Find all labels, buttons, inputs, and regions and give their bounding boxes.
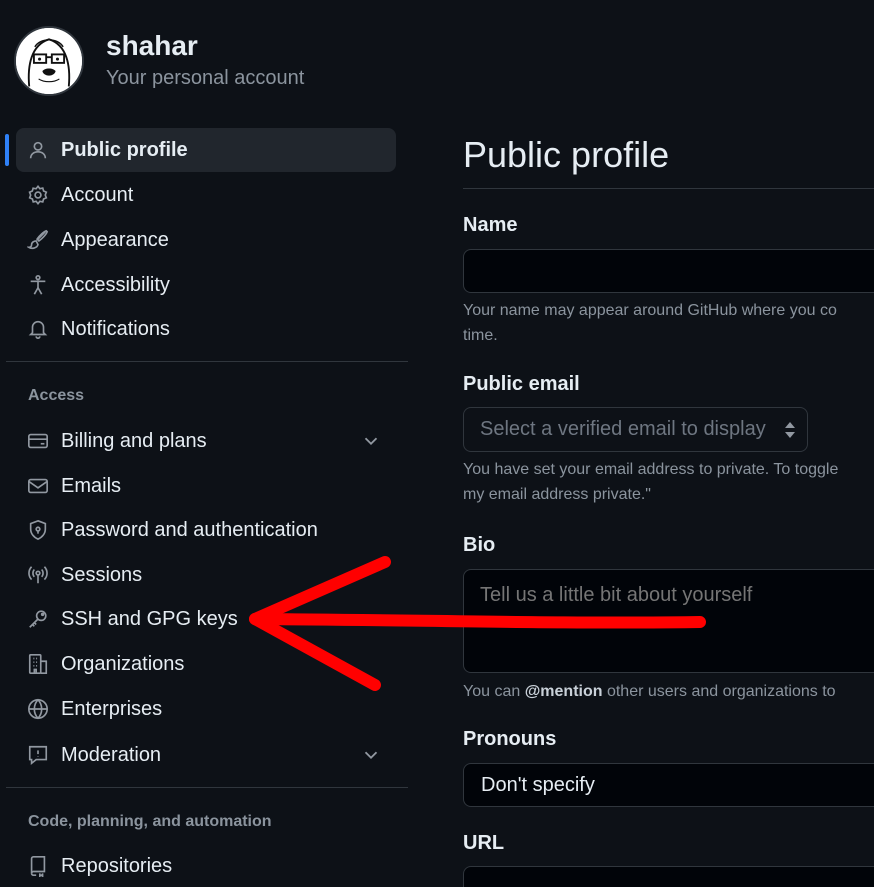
sidebar-item-label: Public profile [61,138,188,161]
sidebar-item-label: Moderation [61,743,162,766]
bio-textarea[interactable] [463,569,874,673]
organization-icon [26,652,50,676]
username: shahar [106,30,198,61]
sidebar-item-label: Password and authentication [61,518,318,541]
sidebar-item-public-profile[interactable]: Public profile [5,128,396,172]
account-header: shahar Your personal account [0,0,874,110]
sidebar-item-enterprises[interactable]: Enterprises [16,687,396,731]
sidebar-item-account[interactable]: Account [16,173,396,217]
bio-hint-suffix: other users and organizations to [602,683,836,700]
sidebar-item-billing[interactable]: Billing and plans [16,419,396,463]
email-hint-line-1: You have set your email address to priva… [463,461,839,478]
sidebar-item-label: Accessibility [61,273,170,296]
sidebar-item-moderation[interactable]: Moderation [16,733,396,777]
sidebar-item-ssh-gpg-keys[interactable]: SSH and GPG keys [16,597,396,641]
bell-icon [26,317,50,341]
section-label-code-planning: Code, planning, and automation [28,813,272,830]
sidebar-item-label: Account [61,183,134,206]
chevron-down-icon[interactable] [360,430,382,452]
sidebar-divider [6,787,408,788]
mail-icon [26,474,50,498]
settings-page: shahar Your personal account Public prof… [0,0,874,887]
sidebar-item-label: Enterprises [61,697,163,720]
sidebar-item-label: Emails [61,474,122,497]
name-hint-line-2: time. [463,327,498,344]
account-subtitle: Your personal account [106,67,305,89]
sidebar-item-emails[interactable]: Emails [16,464,396,508]
url-input[interactable] [463,866,874,887]
email-hint-line-2: my email address private." [463,486,651,503]
name-input[interactable] [463,249,874,293]
avatar[interactable] [14,26,84,96]
person-icon [26,138,50,162]
sidebar-item-label: Notifications [61,317,170,340]
sidebar-item-accessibility[interactable]: Accessibility [16,263,396,307]
settings-sidebar: Public profile Account Appearance Access… [0,110,410,887]
sidebar-item-label: SSH and GPG keys [61,607,238,630]
select-arrows-icon [785,422,795,438]
pronouns-value: Don't specify [481,773,595,796]
name-label: Name [463,214,518,236]
sidebar-item-repositories[interactable]: Repositories [16,844,396,887]
bio-label: Bio [463,534,496,556]
public-email-hint: You have set your email address to priva… [463,457,874,507]
profile-form: Public profile Name Your name may appear… [463,110,874,887]
bio-hint-prefix: You can [463,683,525,700]
wojak-avatar-image [16,28,82,94]
globe-icon [26,697,50,721]
active-indicator [5,134,9,166]
key-icon [26,607,50,631]
sidebar-item-appearance[interactable]: Appearance [16,218,396,262]
paintbrush-icon [26,228,50,252]
pronouns-label: Pronouns [463,728,557,750]
page-title: Public profile [463,134,670,175]
shield-lock-icon [26,518,50,542]
report-icon [26,743,50,767]
title-divider [463,188,874,189]
url-label: URL [463,832,505,854]
sidebar-item-label: Organizations [61,652,185,675]
sidebar-item-organizations[interactable]: Organizations [16,642,396,686]
credit-card-icon [26,429,50,453]
bio-hint-mention: @mention [524,683,603,700]
sidebar-item-label: Repositories [61,854,173,877]
public-email-label: Public email [463,373,580,395]
public-email-select[interactable]: Select a verified email to display [463,407,808,452]
sidebar-item-notifications[interactable]: Notifications [16,307,396,351]
gear-icon [26,183,50,207]
accessibility-icon [26,273,50,297]
name-hint: Your name may appear around GitHub where… [463,298,874,348]
section-label-access: Access [28,387,85,404]
bio-hint: You can @mention other users and organiz… [463,679,874,704]
broadcast-icon [26,563,50,587]
chevron-down-icon[interactable] [360,744,382,766]
name-hint-line-1: Your name may appear around GitHub where… [463,302,837,319]
sidebar-item-password[interactable]: Password and authentication [16,508,396,552]
sidebar-item-label: Appearance [61,228,169,251]
pronouns-select[interactable]: Don't specify [463,763,874,807]
sidebar-item-label: Sessions [61,563,143,586]
sidebar-divider [6,361,408,362]
public-email-placeholder: Select a verified email to display [480,418,766,440]
repo-icon [26,854,50,878]
sidebar-item-label: Billing and plans [61,429,207,452]
sidebar-item-sessions[interactable]: Sessions [16,553,396,597]
